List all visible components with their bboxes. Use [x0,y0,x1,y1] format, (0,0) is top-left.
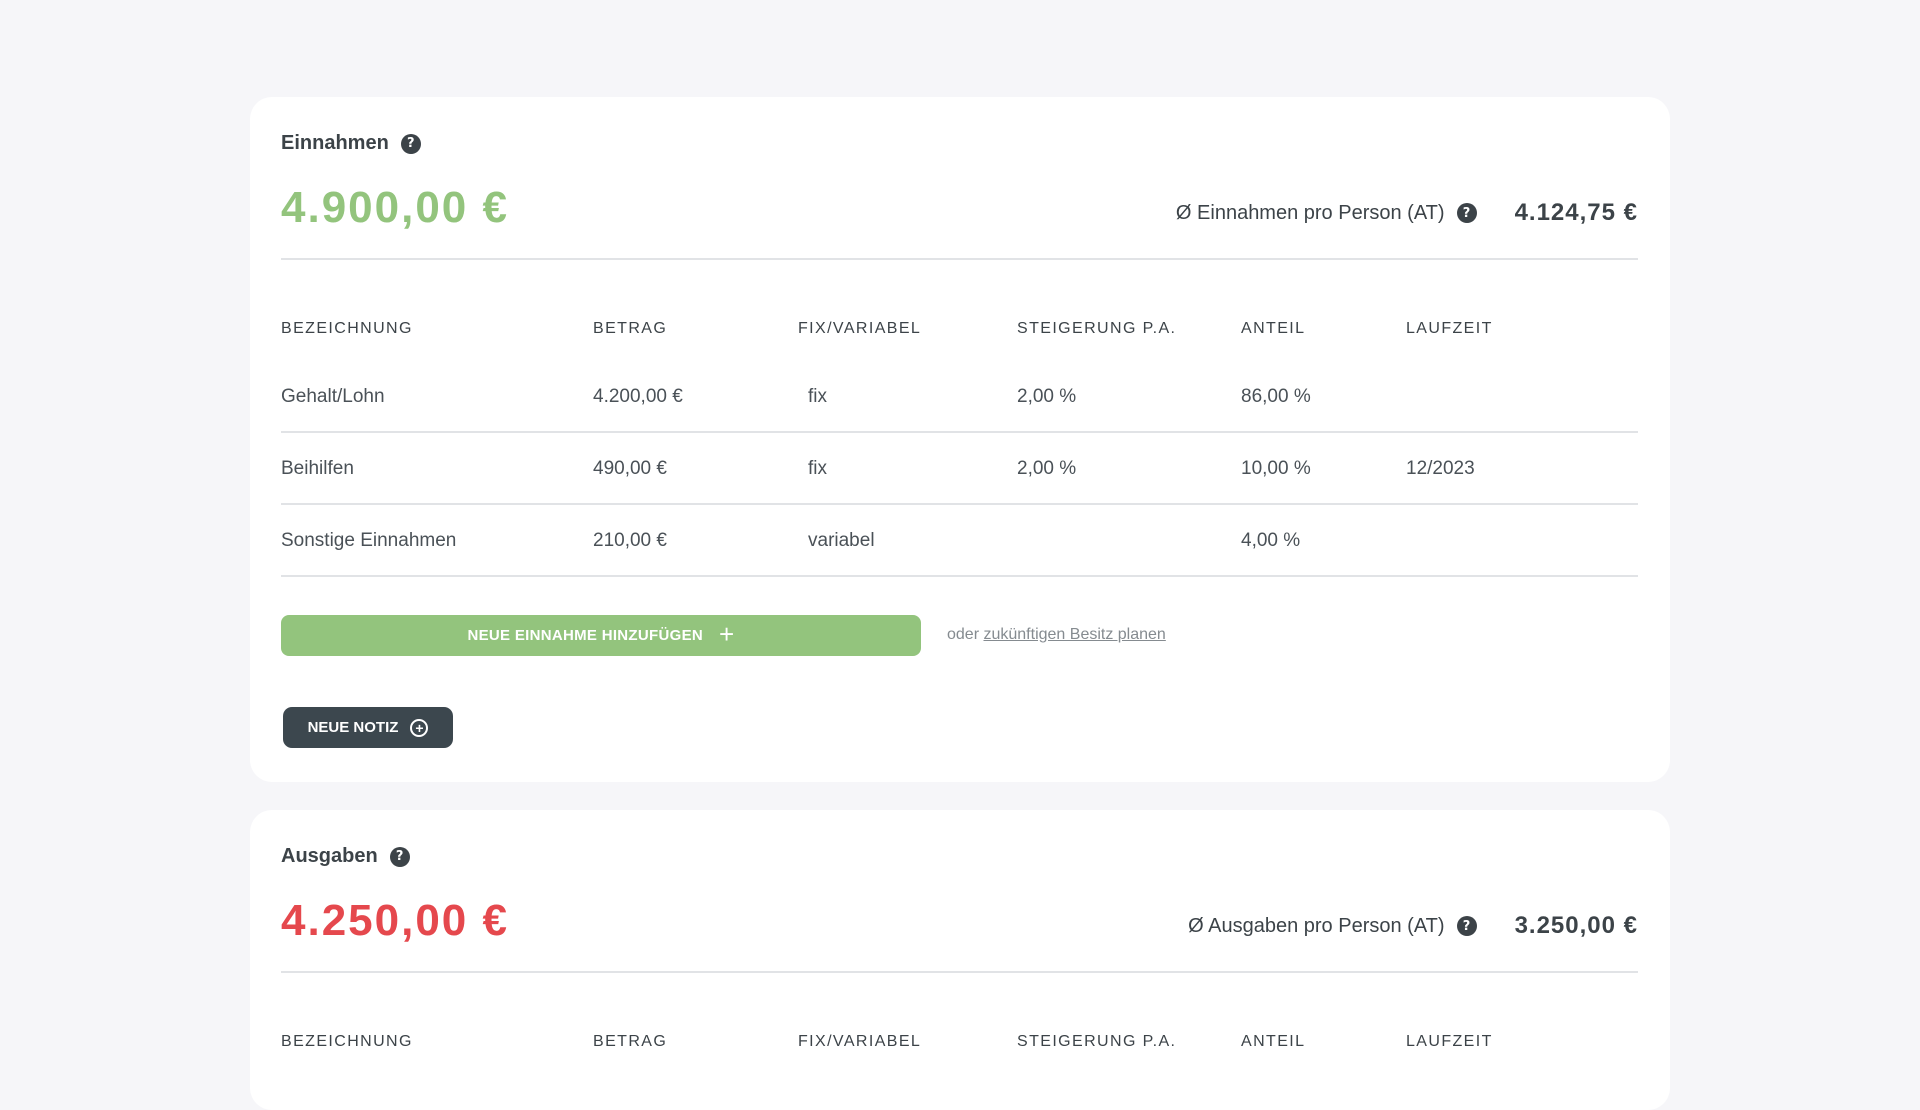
column-header[interactable]: STEIGERUNG P.A. [1017,1033,1176,1051]
expenses-average: Ø Ausgaben pro Person (AT) ? 3.250,00 € [1188,912,1638,940]
income-average-value: 4.124,75 € [1514,199,1638,226]
help-icon[interactable]: ? [389,846,410,867]
income-average-label: Ø Einnahmen pro Person (AT) [1175,201,1445,224]
help-icon[interactable]: ? [400,133,421,154]
row-share: 86,00 % [1241,386,1311,407]
income-title-text: Einnahmen [281,132,389,154]
row-name: Beihilfen [281,458,354,479]
row-share: 10,00 % [1241,458,1311,479]
row-amount: 490,00 € [593,458,667,479]
column-header[interactable]: LAUFZEIT [1406,1033,1493,1051]
or-text: oder [947,626,980,643]
row-name: Gehalt/Lohn [281,386,385,407]
row-increase: 2,00 % [1017,458,1077,479]
table-row[interactable]: Sonstige Einnahmen 210,00 € variabel 4,0… [281,505,1638,577]
expenses-average-value: 3.250,00 € [1514,912,1638,939]
row-type: fix [808,386,827,407]
new-note-button-label: NEUE NOTIZ [307,719,399,736]
add-income-button[interactable]: NEUE EINNAHME HINZUFÜGEN + [281,615,921,656]
income-section-title: Einnahmen ? [281,132,421,155]
column-header[interactable]: BETRAG [593,1033,667,1051]
expenses-title-text: Ausgaben [281,845,378,867]
column-header[interactable]: STEIGERUNG P.A. [1017,320,1176,338]
income-card: Einnahmen ? 4.900,00 € Ø Einnahmen pro P… [250,97,1670,782]
plan-hint: oder zukünftigen Besitz planen [947,626,1166,644]
expenses-average-label: Ø Ausgaben pro Person (AT) [1188,914,1445,937]
row-type: variabel [808,530,875,551]
row-name: Sonstige Einnahmen [281,530,457,551]
column-header[interactable]: BEZEICHNUNG [281,1033,413,1051]
column-header[interactable]: FIX/VARIABEL [798,1033,921,1051]
table-row[interactable]: Beihilfen 490,00 € fix 2,00 % 10,00 % 12… [281,433,1638,505]
row-amount: 210,00 € [593,530,667,551]
plus-icon: + [719,619,735,649]
row-increase: 2,00 % [1017,386,1077,407]
income-average: Ø Einnahmen pro Person (AT) ? 4.124,75 € [1176,199,1638,227]
income-total: 4.900,00 € [281,183,509,232]
column-header[interactable]: FIX/VARIABEL [798,320,921,338]
column-header[interactable]: LAUFZEIT [1406,320,1493,338]
help-icon[interactable]: ? [1456,203,1477,223]
plan-future-assets-link[interactable]: zukünftigen Besitz planen [983,626,1165,643]
expenses-card: Ausgaben ? 4.250,00 € Ø Ausgaben pro Per… [250,810,1670,1110]
add-income-button-label: NEUE EINNAHME HINZUFÜGEN [467,627,704,644]
row-term: 12/2023 [1406,458,1475,479]
table-row[interactable]: Gehalt/Lohn 4.200,00 € fix 2,00 % 86,00 … [281,361,1638,433]
divider [281,258,1638,260]
row-amount: 4.200,00 € [593,386,683,407]
divider [281,971,1638,973]
column-header[interactable]: ANTEIL [1241,1033,1305,1051]
income-table-header: BEZEICHNUNG BETRAG FIX/VARIABEL STEIGERU… [281,320,1638,340]
row-type: fix [808,458,827,479]
circle-plus-icon: + [410,718,429,737]
new-note-button[interactable]: NEUE NOTIZ + [283,707,453,748]
expenses-section-title: Ausgaben ? [281,845,410,868]
column-header[interactable]: BETRAG [593,320,667,338]
help-icon[interactable]: ? [1456,916,1477,936]
column-header[interactable]: BEZEICHNUNG [281,320,413,338]
column-header[interactable]: ANTEIL [1241,320,1305,338]
expenses-total: 4.250,00 € [281,896,509,945]
row-share: 4,00 % [1241,530,1301,551]
expenses-table-header: BEZEICHNUNG BETRAG FIX/VARIABEL STEIGERU… [281,1033,1638,1053]
